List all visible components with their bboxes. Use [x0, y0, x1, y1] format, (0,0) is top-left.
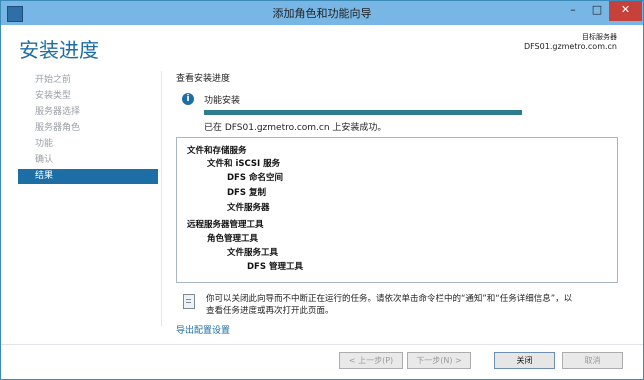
nav-item-confirmation[interactable]: 确认	[18, 153, 158, 168]
tree-item: 文件和存储服务	[187, 146, 247, 156]
previous-button[interactable]: < 上一步(P)	[339, 352, 403, 369]
info-icon: i	[182, 93, 194, 105]
title-bar[interactable]: 添加角色和功能向导 – □ ✕	[1, 1, 643, 25]
installed-features-list[interactable]: 文件和存储服务 文件和 iSCSI 服务 DFS 命名空间 DFS 复制 文件服…	[176, 137, 618, 283]
window-title: 添加角色和功能向导	[272, 7, 372, 20]
nav-divider	[161, 71, 162, 326]
tree-item: 角色管理工具	[207, 234, 259, 244]
next-button[interactable]: 下一步(N) >	[407, 352, 471, 369]
tree-item: 文件和 iSCSI 服务	[207, 159, 281, 169]
wizard-close-note: 你可以关闭此向导而不中断正在运行的任务。请依次单击命令栏中的“通知”和“任务详细…	[206, 293, 621, 317]
page-title: 安装进度	[19, 38, 99, 62]
results-content: 查看安装进度 i 功能安装 已在 DFS01.gzmetro.com.cn 上安…	[173, 71, 623, 341]
wizard-steps-nav: 开始之前 安装类型 服务器选择 服务器角色 功能 确认 结果	[1, 71, 161, 351]
destination-server-label: 目标服务器	[582, 33, 617, 41]
destination-server-name: DFS01.gzmetro.com.cn	[523, 42, 617, 51]
export-configuration-link[interactable]: 导出配置设置	[176, 323, 230, 336]
close-window-button[interactable]: ✕	[609, 1, 642, 21]
section-title: 查看安装进度	[176, 74, 231, 84]
tree-item: DFS 复制	[227, 188, 266, 198]
nav-item-results[interactable]: 结果	[18, 169, 158, 184]
nav-item-features[interactable]: 功能	[18, 137, 158, 152]
minimize-button[interactable]: –	[561, 1, 585, 21]
note-line-2: 查看任务进度或再次打开此页面。	[206, 306, 334, 316]
nav-item-installation-type[interactable]: 安装类型	[18, 89, 158, 104]
tree-item: 文件服务工具	[227, 248, 279, 258]
feature-install-label: 功能安装	[204, 96, 241, 106]
wizard-window: 添加角色和功能向导 – □ ✕ 安装进度 目标服务器 DFS01.gzmetro…	[0, 0, 644, 380]
install-progress-fill	[204, 110, 522, 115]
tree-item: DFS 命名空间	[227, 173, 283, 183]
tree-item: 文件服务器	[227, 203, 270, 213]
maximize-button[interactable]: □	[585, 1, 609, 21]
cancel-button[interactable]: 取消	[562, 352, 623, 369]
footer-divider	[1, 344, 643, 345]
nav-item-server-roles[interactable]: 服务器角色	[18, 121, 158, 136]
notes-icon	[183, 294, 195, 309]
note-line-1: 你可以关闭此向导而不中断正在运行的任务。请依次单击命令栏中的“通知”和“任务详细…	[206, 294, 573, 304]
install-progress-bar	[204, 110, 522, 115]
tree-item: 远程服务器管理工具	[187, 220, 264, 230]
nav-item-before-you-begin[interactable]: 开始之前	[18, 73, 158, 88]
tree-item: DFS 管理工具	[247, 262, 303, 272]
nav-item-server-selection[interactable]: 服务器选择	[18, 105, 158, 120]
close-button[interactable]: 关闭	[494, 352, 555, 369]
install-result-text: 已在 DFS01.gzmetro.com.cn 上安装成功。	[204, 123, 387, 133]
wizard-header: 安装进度 目标服务器 DFS01.gzmetro.com.cn	[1, 25, 643, 68]
